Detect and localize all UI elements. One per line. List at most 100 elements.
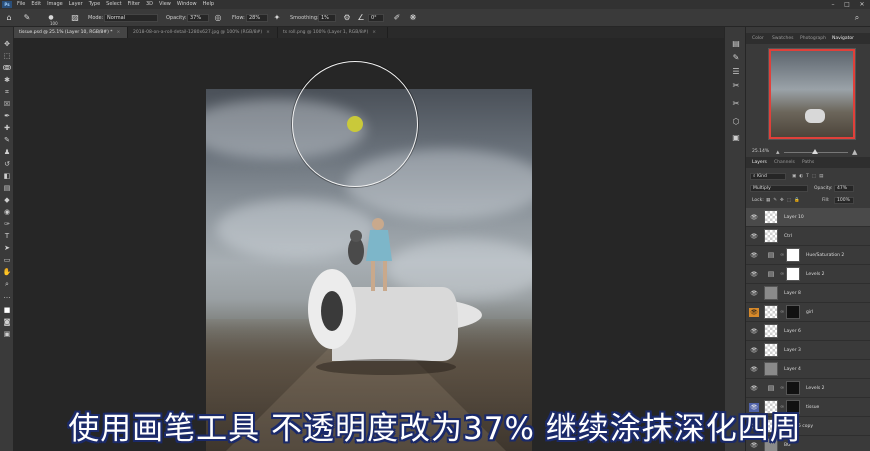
tab-roll-detail[interactable]: 2018-08-on-a-roll-detail-1280x627.jpg @ … <box>128 27 278 38</box>
layer-row[interactable]: 👁 ▤ ∞ Levels 2 <box>746 379 870 398</box>
shape-tool-icon[interactable]: ▭ <box>2 256 12 264</box>
mask-link-icon[interactable]: ∞ <box>780 252 784 258</box>
visibility-eye-icon[interactable]: 👁 <box>749 213 759 222</box>
layer-row[interactable]: 👁 Layer 10 <box>746 208 870 227</box>
layer-row[interactable]: 👁 ▤ ∞ Levels 2 <box>746 265 870 284</box>
menu-type[interactable]: Type <box>86 0 103 9</box>
path-select-tool-icon[interactable]: ➤ <box>2 244 12 252</box>
tab-photograph[interactable]: Photograph <box>800 33 826 44</box>
hand-tool-icon[interactable]: ✋ <box>2 268 12 276</box>
layer-mask-thumbnail[interactable] <box>786 305 800 319</box>
layer-row[interactable]: 👁 Layer 3 <box>746 341 870 360</box>
layer-thumbnail[interactable] <box>764 343 778 357</box>
menu-help[interactable]: Help <box>200 0 217 9</box>
visibility-eye-icon[interactable]: 👁 <box>749 232 759 241</box>
layer-opacity-input[interactable]: 47% <box>834 185 854 192</box>
zoom-tool-icon[interactable]: ⌕ <box>2 280 12 288</box>
brush-settings-icon[interactable]: ☰ <box>730 67 742 77</box>
mode-select[interactable]: Normal <box>104 14 158 22</box>
mask-link-icon[interactable]: ∞ <box>780 271 784 277</box>
properties-icon[interactable]: ✎ <box>730 53 742 63</box>
pressure-size-icon[interactable]: ✐ <box>392 13 402 23</box>
brush-tool-icon[interactable]: ✎ <box>2 136 12 144</box>
angle-input[interactable]: 0° <box>368 14 384 22</box>
close-icon[interactable]: × <box>266 30 270 35</box>
opacity-input[interactable]: 37% <box>187 14 209 22</box>
layer-thumbnail[interactable] <box>764 229 778 243</box>
photoshop-logo[interactable]: Ps <box>2 1 12 8</box>
layer-mask-thumbnail[interactable] <box>786 267 800 281</box>
filter-icons[interactable]: ▣◐T⬚▤ <box>792 172 826 181</box>
layer-thumbnail[interactable] <box>764 362 778 376</box>
symmetry-icon[interactable]: ❋ <box>408 13 418 23</box>
layer-row[interactable]: 👁 Layer 8 <box>746 284 870 303</box>
layer-row[interactable]: 👁 ∞ girl <box>746 303 870 322</box>
menu-layer[interactable]: Layer <box>66 0 86 9</box>
mask-link-icon[interactable]: ∞ <box>780 385 784 391</box>
visibility-eye-icon[interactable]: 👁 <box>749 384 759 393</box>
gear-icon[interactable]: ⚙ <box>342 13 352 23</box>
minimize-button[interactable]: – <box>826 0 840 9</box>
dodge-tool-icon[interactable]: ◉ <box>2 208 12 216</box>
gradient-tool-icon[interactable]: ▤ <box>2 184 12 192</box>
layer-thumbnail[interactable] <box>764 210 778 224</box>
tab-channels[interactable]: Channels <box>774 157 795 168</box>
tab-paths[interactable]: Paths <box>802 157 814 168</box>
menu-3d[interactable]: 3D <box>143 0 156 9</box>
layer-mask-thumbnail[interactable] <box>786 381 800 395</box>
visibility-eye-icon[interactable]: 👁 <box>749 289 759 298</box>
layer-row[interactable]: 👁 Layer 4 <box>746 360 870 379</box>
frame-tool-icon[interactable]: ☒ <box>2 100 12 108</box>
blend-mode-select[interactable]: Multiply <box>750 185 808 192</box>
eraser-tool-icon[interactable]: ◧ <box>2 172 12 180</box>
angle-icon[interactable]: ∠ <box>356 13 366 23</box>
tab-swatches[interactable]: Swatches <box>772 33 794 44</box>
layer-row[interactable]: 👁 Layer 6 <box>746 322 870 341</box>
visibility-eye-icon[interactable]: 👁 <box>749 346 759 355</box>
maximize-button[interactable]: □ <box>840 0 854 9</box>
visibility-eye-icon[interactable]: 👁 <box>749 270 759 279</box>
move-tool-icon[interactable]: ✥ <box>2 40 12 48</box>
tab-tissue[interactable]: tissue.psd @ 25.1% (Layer 10, RGB/8#) * × <box>14 27 128 38</box>
tool-presets-icon[interactable]: ✂ <box>730 99 742 109</box>
zoom-slider-handle[interactable] <box>812 149 818 154</box>
marquee-tool-icon[interactable]: ⬚ <box>2 52 12 60</box>
quick-select-tool-icon[interactable]: ✱ <box>2 76 12 84</box>
tab-color[interactable]: Color <box>752 33 764 44</box>
adjustments-icon[interactable]: ✂ <box>730 81 742 91</box>
healing-tool-icon[interactable]: ✚ <box>2 124 12 132</box>
stamp-tool-icon[interactable]: ♟ <box>2 148 12 156</box>
visibility-eye-icon[interactable]: 👁 <box>749 251 759 260</box>
quick-mask-icon[interactable]: ◙ <box>2 318 12 326</box>
kind-filter-select[interactable]: ⌕ Kind <box>750 173 786 180</box>
navigator-thumbnail[interactable] <box>768 48 856 140</box>
visibility-eye-icon[interactable]: 👁 <box>749 308 759 317</box>
tab-ts-roll[interactable]: ts roll.png @ 100% (Layer 1, RGB/8#) × <box>278 27 388 38</box>
menu-filter[interactable]: Filter <box>125 0 143 9</box>
foreground-color-icon[interactable]: ■ <box>2 306 12 314</box>
airbrush-icon[interactable]: ✦ <box>272 13 282 23</box>
menu-edit[interactable]: Edit <box>28 0 44 9</box>
tab-layers[interactable]: Layers <box>752 157 767 168</box>
eyedropper-tool-icon[interactable]: ✒ <box>2 112 12 120</box>
layer-thumbnail[interactable] <box>764 286 778 300</box>
visibility-eye-icon[interactable]: 👁 <box>749 327 759 336</box>
3d-icon[interactable]: ⬡ <box>730 117 742 127</box>
blur-tool-icon[interactable]: ◆ <box>2 196 12 204</box>
pen-tool-icon[interactable]: ✑ <box>2 220 12 228</box>
lasso-tool-icon[interactable]: ↂ <box>2 64 12 72</box>
fill-input[interactable]: 100% <box>834 197 854 204</box>
navigator-view-box[interactable] <box>769 49 855 139</box>
history-icon[interactable]: ▤ <box>730 39 742 49</box>
visibility-eye-icon[interactable]: 👁 <box>749 365 759 374</box>
layer-row[interactable]: 👁 Ctrl <box>746 227 870 246</box>
brush-settings-icon[interactable]: ▨ <box>70 13 80 23</box>
layer-thumbnail[interactable] <box>764 324 778 338</box>
close-button[interactable]: ✕ <box>855 0 869 9</box>
zoom-in-icon[interactable]: ▲ <box>852 148 857 156</box>
crop-tool-icon[interactable]: ⌗ <box>2 88 12 96</box>
home-icon[interactable]: ⌂ <box>4 13 14 23</box>
layer-mask-thumbnail[interactable] <box>786 248 800 262</box>
zoom-out-icon[interactable]: ▴ <box>776 148 780 156</box>
lock-icons[interactable]: ▦✎✥⬚🔒 <box>766 196 803 205</box>
